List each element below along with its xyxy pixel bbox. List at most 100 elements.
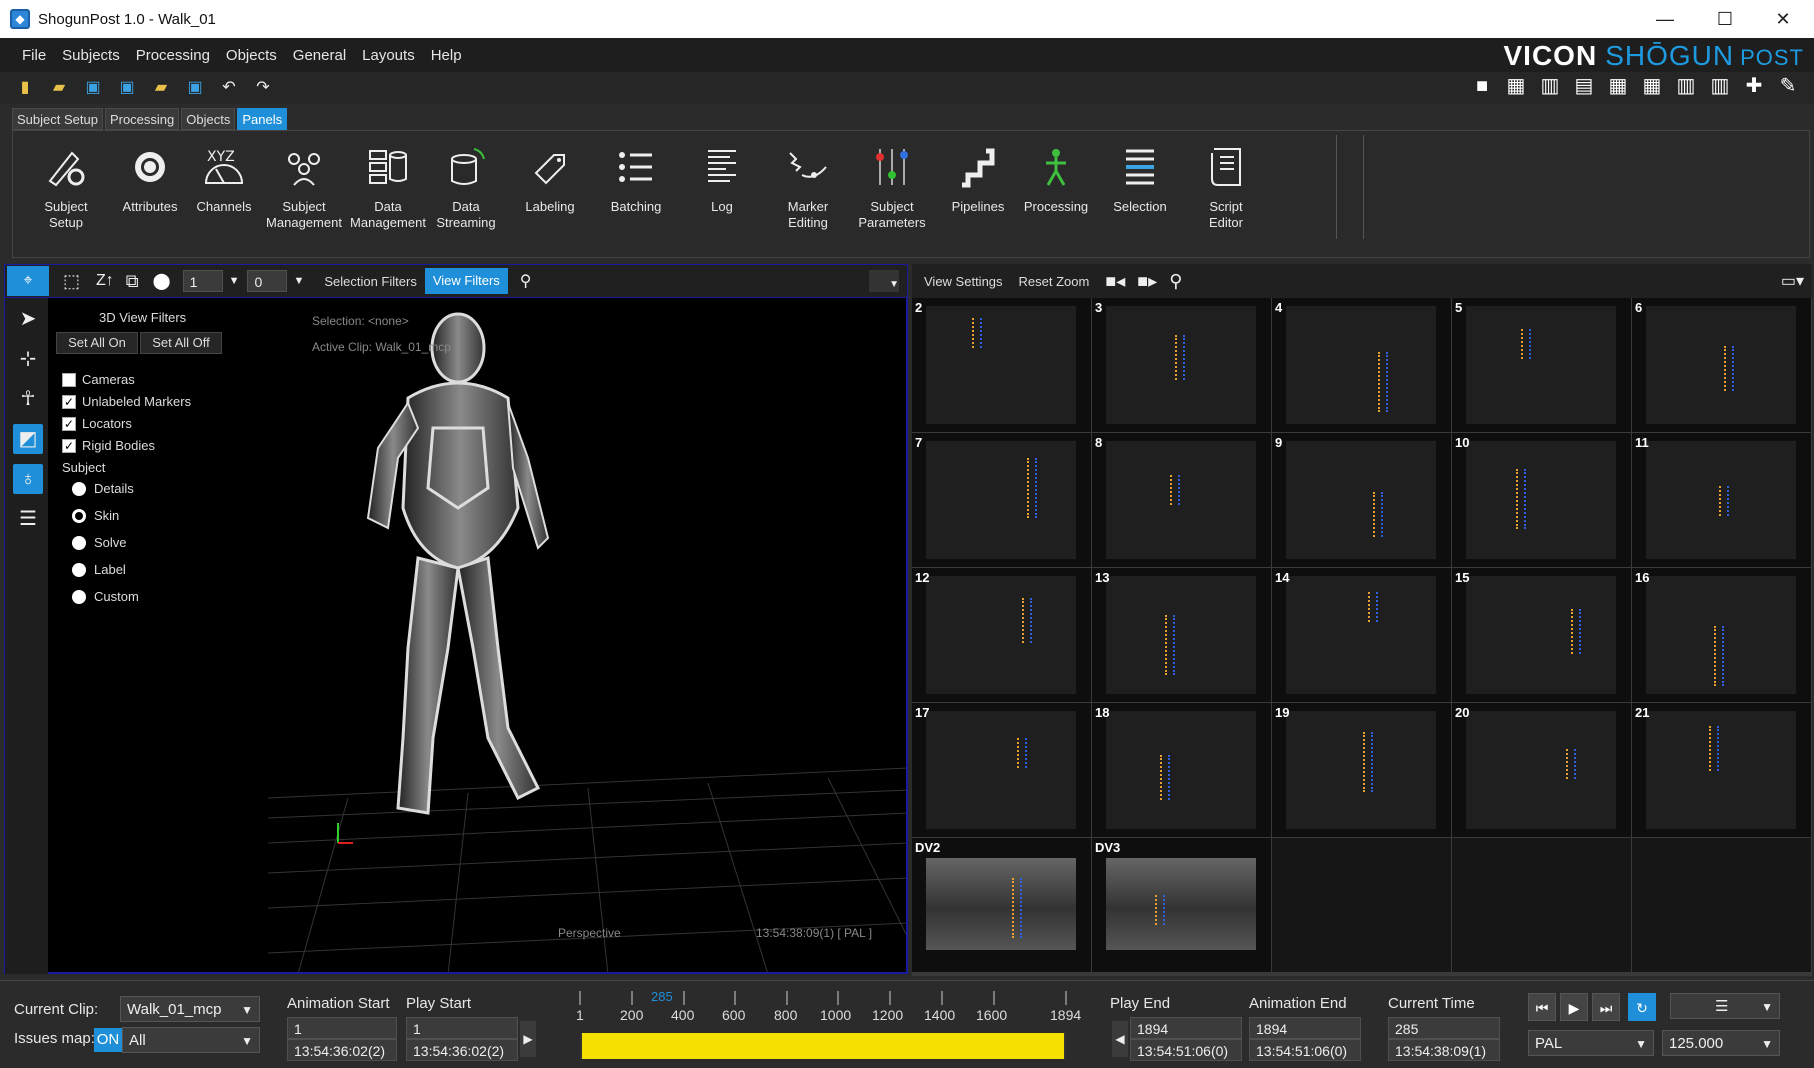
chevron-down-icon[interactable]: ▼ — [229, 275, 240, 287]
open-folder-icon[interactable]: ▰ — [150, 77, 172, 99]
save-as-icon[interactable]: ▣ — [184, 77, 206, 99]
rigid-bodies-checkbox[interactable]: ✓ — [62, 439, 76, 453]
camera-view-cell[interactable]: 9 — [1272, 433, 1451, 567]
play-start-frame[interactable]: 1 — [406, 1017, 518, 1039]
layout-split-left-icon[interactable]: ▥ — [1674, 74, 1698, 98]
viewport-menu-icon[interactable]: ▼ — [869, 270, 899, 292]
go-to-start-icon[interactable]: ⏮ — [1528, 993, 1556, 1021]
camera-view-cell[interactable]: DV2 — [912, 838, 1091, 972]
ribbon-subject-parameters-button[interactable]: Subject Parameters — [849, 135, 935, 245]
rate-system-dropdown[interactable]: PAL ▼ — [1528, 1030, 1654, 1056]
surface-tool-icon[interactable]: ◩ — [13, 424, 43, 454]
camera-view-cell[interactable]: 11 — [1632, 433, 1811, 567]
unlabeled-markers-checkbox[interactable]: ✓ — [62, 395, 76, 409]
ribbon-subject-setup-button[interactable]: Subject Setup — [23, 135, 109, 245]
ribbon-pipelines-button[interactable]: Pipelines — [935, 135, 1021, 245]
maximize-button[interactable]: ☐ — [1696, 0, 1754, 38]
ribbon-data-management-button[interactable]: Data Management — [345, 135, 431, 245]
layout-columns-icon[interactable]: ▥ — [1538, 74, 1562, 98]
locators-checkbox[interactable]: ✓ — [62, 417, 76, 431]
marker-tool-icon[interactable]: ♁ — [13, 464, 43, 494]
tab-objects[interactable]: Objects — [181, 108, 236, 130]
current-time-frame[interactable]: 285 — [1388, 1017, 1500, 1039]
skin-radio[interactable] — [72, 509, 86, 523]
video-camera-icon[interactable]: ■▸ — [1137, 271, 1157, 292]
camera-view-cell[interactable]: 15 — [1452, 568, 1631, 702]
sort-icon[interactable]: Z↑ — [96, 272, 114, 290]
open-file-icon[interactable]: ▰ — [48, 77, 70, 99]
set-all-on-button[interactable]: Set All On — [56, 332, 138, 354]
save-icon[interactable]: ▣ — [82, 77, 104, 99]
new-file-icon[interactable]: ▮ — [14, 77, 36, 99]
rate-value-dropdown[interactable]: 125.000 ▼ — [1662, 1030, 1780, 1056]
camera-icon[interactable]: ■◂ — [1105, 271, 1125, 292]
view-settings-button[interactable]: View Settings — [916, 274, 1011, 289]
play-end-frame[interactable]: 1894 — [1130, 1017, 1242, 1039]
tab-panels[interactable]: Panels — [237, 108, 288, 130]
camera-view-cell[interactable]: 5 — [1452, 298, 1631, 432]
menu-general[interactable]: General — [285, 47, 354, 64]
layout-split-right-icon[interactable]: ▥ — [1708, 74, 1732, 98]
camera-view-cell[interactable]: 14 — [1272, 568, 1451, 702]
ribbon-subject-management-button[interactable]: Subject Management — [261, 135, 347, 245]
go-to-end-icon[interactable]: ⏭ — [1592, 993, 1620, 1021]
selection-filters-button[interactable]: Selection Filters — [316, 274, 424, 289]
cameras-checkbox[interactable] — [62, 373, 76, 387]
record-icon[interactable]: ⬤ — [153, 271, 171, 291]
menu-objects[interactable]: Objects — [218, 47, 285, 64]
camera-select-icon[interactable]: ⌖ — [7, 266, 49, 296]
details-radio[interactable] — [72, 482, 86, 496]
copy-icon[interactable]: ⧉ — [126, 271, 139, 292]
animation-end-frame[interactable]: 1894 — [1249, 1017, 1361, 1039]
marquee-select-icon[interactable]: ⬚ — [63, 271, 80, 292]
save-all-icon[interactable]: ▣ — [116, 77, 138, 99]
subject-figure-icon[interactable]: ☥ — [13, 384, 43, 414]
play-start-handle-icon[interactable]: ▶ — [520, 1021, 536, 1057]
close-button[interactable]: ✕ — [1754, 0, 1812, 38]
camera-view-cell[interactable]: 17 — [912, 703, 1091, 837]
animation-start-timecode[interactable]: 13:54:36:02(2) — [287, 1039, 397, 1061]
camera-view-cell[interactable]: 21 — [1632, 703, 1811, 837]
camera-view-cell[interactable]: 16 — [1632, 568, 1811, 702]
animation-start-frame[interactable]: 1 — [287, 1017, 397, 1039]
pin-icon[interactable]: ⚲ — [1169, 271, 1182, 292]
camera-view-cell[interactable]: DV3 — [1092, 838, 1271, 972]
layout-quad-icon[interactable]: ▦ — [1504, 74, 1528, 98]
select-arrow-icon[interactable]: ➤ — [13, 304, 43, 334]
minimize-button[interactable]: — — [1636, 0, 1694, 38]
camera-view-cell[interactable]: 19 — [1272, 703, 1451, 837]
layout-single-icon[interactable]: ■ — [1470, 74, 1494, 98]
layout-rows-icon[interactable]: ▤ — [1572, 74, 1596, 98]
issues-map-bar[interactable] — [580, 1033, 1066, 1059]
tab-subject-setup[interactable]: Subject Setup — [12, 108, 103, 130]
current-clip-dropdown[interactable]: Walk_01_mcp ▼ — [120, 996, 260, 1022]
edit-layout-icon[interactable]: ✎ — [1776, 74, 1800, 98]
menu-processing[interactable]: Processing — [128, 47, 218, 64]
camera-view-cell[interactable]: 7 — [912, 433, 1091, 567]
camera-view-cell[interactable]: 20 — [1452, 703, 1631, 837]
play-start-timecode[interactable]: 13:54:36:02(2) — [406, 1039, 518, 1061]
camera-view-cell[interactable]: 3 — [1092, 298, 1271, 432]
frame-step-field[interactable]: 1 — [182, 270, 223, 292]
redo-icon[interactable]: ↷ — [252, 77, 274, 99]
camera-view-cell[interactable]: 8 — [1092, 433, 1271, 567]
set-all-off-button[interactable]: Set All Off — [140, 332, 222, 354]
label-radio[interactable] — [72, 563, 86, 577]
view-filters-button[interactable]: View Filters — [424, 268, 508, 294]
chevron-down-icon[interactable]: ▼ — [293, 275, 304, 287]
layout-split-top-icon[interactable]: ▦ — [1606, 74, 1630, 98]
solve-radio[interactable] — [72, 536, 86, 550]
menu-help[interactable]: Help — [423, 47, 470, 64]
timeline[interactable]: 285 1 200 400 600 800 1000 1200 1400 160… — [574, 989, 1088, 1065]
ribbon-log-button[interactable]: Log — [679, 135, 765, 245]
animation-end-timecode[interactable]: 13:54:51:06(0) — [1249, 1039, 1361, 1061]
camera-view-cell[interactable]: 4 — [1272, 298, 1451, 432]
playback-options-dropdown[interactable]: ☰ ▼ — [1670, 993, 1780, 1019]
timeline-current-marker[interactable]: 285 — [651, 989, 673, 1004]
ribbon-marker-editing-button[interactable]: Marker Editing — [765, 135, 851, 245]
reset-zoom-button[interactable]: Reset Zoom — [1011, 274, 1098, 289]
ribbon-selection-button[interactable]: Selection — [1097, 135, 1183, 245]
search-icon[interactable]: ⚲ — [520, 271, 532, 291]
offset-field[interactable]: 0 — [247, 270, 288, 292]
camera-view-cell[interactable]: 6 — [1632, 298, 1811, 432]
